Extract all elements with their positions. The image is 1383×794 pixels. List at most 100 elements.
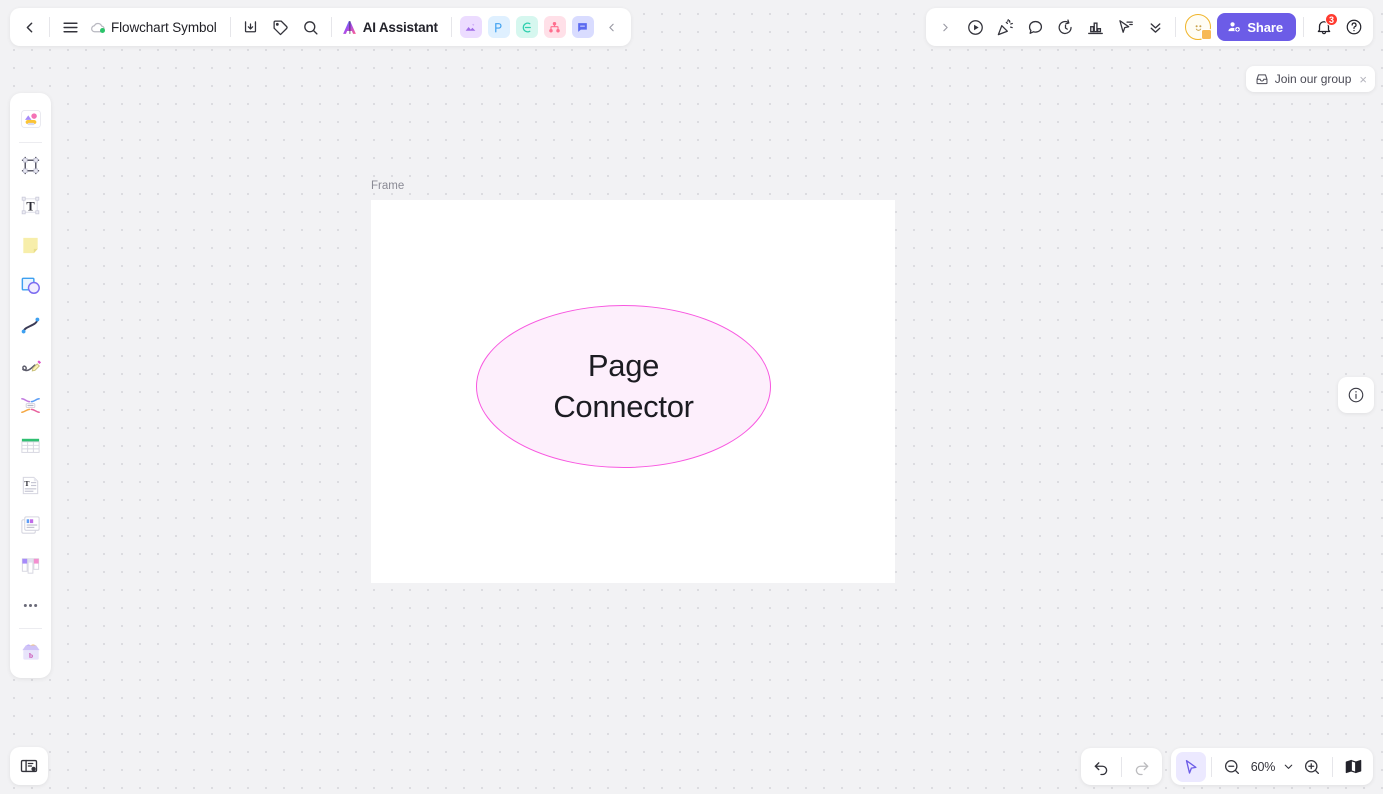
info-button[interactable] [1338,377,1374,413]
zoom-group: 60% [1171,748,1373,785]
comment-button[interactable] [1020,12,1050,42]
tool-shapes[interactable] [15,269,47,301]
back-button[interactable] [14,12,44,42]
mindmap-app-icon[interactable] [515,16,538,38]
notifications-button[interactable]: 3 [1309,12,1339,42]
join-group-label: Join our group [1274,72,1352,86]
notification-badge: 3 [1324,13,1338,26]
redo-button[interactable] [1127,752,1157,782]
divider [1121,756,1122,777]
tool-pen[interactable] [15,349,47,381]
ai-assistant-button[interactable]: AI Assistant [337,12,446,42]
collapse-left-button[interactable] [597,12,627,42]
timer-button[interactable] [1050,12,1080,42]
document-title[interactable]: Flowchart Symbol [109,20,225,35]
vote-button[interactable] [1080,12,1110,42]
history-group [1081,748,1162,785]
divider [1303,17,1304,37]
templates-icon [20,110,41,128]
divider [19,142,42,143]
chevron-down-icon [1284,764,1292,769]
left-toolbar: T T b [10,93,51,678]
tool-apps[interactable]: b [15,635,47,667]
tool-kanban[interactable] [15,549,47,581]
divider [19,628,42,629]
download-button[interactable] [236,12,266,42]
bottom-right-controls: 60% [1081,748,1373,785]
shapes-icon [21,277,40,294]
frame-icon [21,156,40,174]
divider [1332,756,1333,777]
connector-icon [21,317,40,333]
tool-more[interactable] [15,589,47,621]
tool-templates[interactable] [15,103,47,135]
menu-button[interactable] [55,12,85,42]
inbox-icon [1256,74,1268,85]
minimap-icon [1345,759,1361,774]
sticky-note-icon [23,237,38,253]
tool-card[interactable] [15,509,47,541]
present-button[interactable] [960,12,990,42]
zoom-out-button[interactable] [1217,752,1247,782]
tool-sticky-note[interactable] [15,229,47,261]
tag-button[interactable] [266,12,296,42]
shape-text-line1: Page [587,347,660,383]
divider [229,17,231,37]
tool-mindmap[interactable] [15,389,47,421]
flowchart-app-icon[interactable] [543,16,566,38]
tool-document[interactable]: T [15,469,47,501]
apps-icon: b [21,644,40,660]
frame-label[interactable]: Frame [371,180,404,192]
ai-logo-icon [342,20,356,34]
info-icon [1348,387,1364,403]
presentation-mode-button[interactable] [10,747,48,785]
undo-button[interactable] [1086,752,1116,782]
page-connector-shape[interactable]: Page Connector [476,305,771,468]
more-tools-button[interactable] [1140,12,1170,42]
divider [1211,756,1212,777]
canvas-frame[interactable]: Page Connector [371,200,895,583]
comment-app-icon[interactable] [571,16,594,38]
cloud-sync-icon [87,16,109,38]
zoom-in-button[interactable] [1297,752,1327,782]
divider [49,17,50,37]
shape-text: Page Connector [553,346,694,428]
avatar[interactable] [1185,14,1213,40]
top-bar-left-group: Flowchart Symbol AI Assistant [10,8,631,46]
minimap-button[interactable] [1338,752,1368,782]
document-icon: T [22,476,39,494]
zoom-dropdown-button[interactable] [1279,752,1297,782]
join-group-pill[interactable]: Join our group × [1245,66,1375,92]
search-icon[interactable] [296,12,326,42]
cursor-chat-button[interactable] [1110,12,1140,42]
share-user-icon [1228,22,1241,32]
select-tool-button[interactable] [1176,751,1206,782]
presentation-app-icon[interactable] [487,16,510,38]
help-button[interactable] [1339,12,1369,42]
ai-assistant-label: AI Assistant [362,19,438,35]
top-bar-right-group: Share 3 [926,8,1373,46]
close-icon[interactable]: × [1359,72,1367,87]
pen-icon [22,359,42,371]
tool-connector[interactable] [15,309,47,341]
share-button[interactable]: Share [1217,13,1296,41]
expand-right-button[interactable] [930,12,960,42]
celebrate-button[interactable] [990,12,1020,42]
shape-text-line2: Connector [553,388,694,424]
image-app-icon[interactable] [459,16,482,38]
slides-icon [20,759,38,773]
cursor-icon [1185,759,1197,774]
more-dots-icon [23,603,38,607]
tool-text[interactable]: T [15,189,47,221]
kanban-icon [21,557,40,574]
divider [450,17,452,37]
zoom-level[interactable]: 60% [1247,760,1279,774]
tool-table[interactable] [15,429,47,461]
text-icon: T [21,196,40,214]
table-icon [21,438,40,453]
svg-text:b: b [28,652,32,660]
svg-text:T: T [26,199,35,213]
tool-frame[interactable] [15,149,47,181]
mindmap-icon [21,397,40,413]
divider [330,17,332,37]
